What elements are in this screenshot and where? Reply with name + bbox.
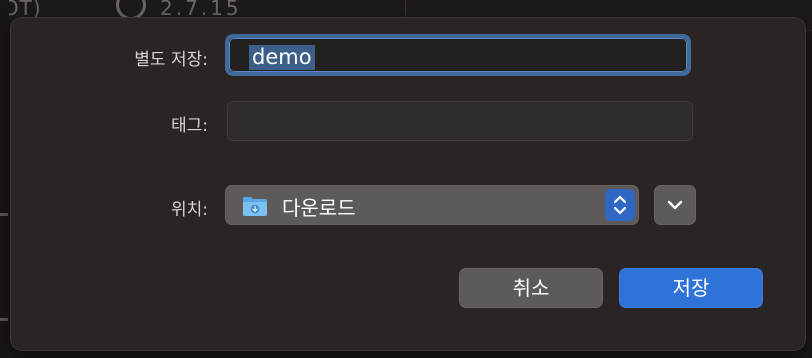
save-as-input[interactable]: demo [225, 34, 691, 76]
save-as-label: 별도 저장: [134, 50, 208, 70]
up-down-chevron-icon[interactable] [605, 189, 635, 221]
save-sheet: 별도 저장: demo 태그: 위치: 다운로드 취소 저장 [10, 17, 806, 351]
save-button[interactable]: 저장 [619, 268, 763, 308]
location-popup-button[interactable]: 다운로드 [225, 185, 639, 225]
background-edge-mark [0, 318, 8, 321]
background-edge-mark [0, 213, 8, 216]
save-dialog-screen: JOT) 2.7.15 별도 저장: demo 태그: 위치: 다운로드 취소 … [0, 0, 812, 358]
expand-dialog-button[interactable] [654, 185, 696, 225]
background-window-edge [0, 0, 9, 358]
tags-input[interactable] [227, 101, 693, 141]
downloads-folder-icon [243, 197, 267, 216]
chevron-down-icon [667, 200, 683, 210]
location-value: 다운로드 [282, 196, 356, 220]
tags-label: 태그: [170, 116, 208, 136]
save-as-selected-text[interactable]: demo [249, 45, 315, 70]
cancel-button[interactable]: 취소 [459, 268, 603, 308]
location-label: 위치: [170, 200, 208, 220]
